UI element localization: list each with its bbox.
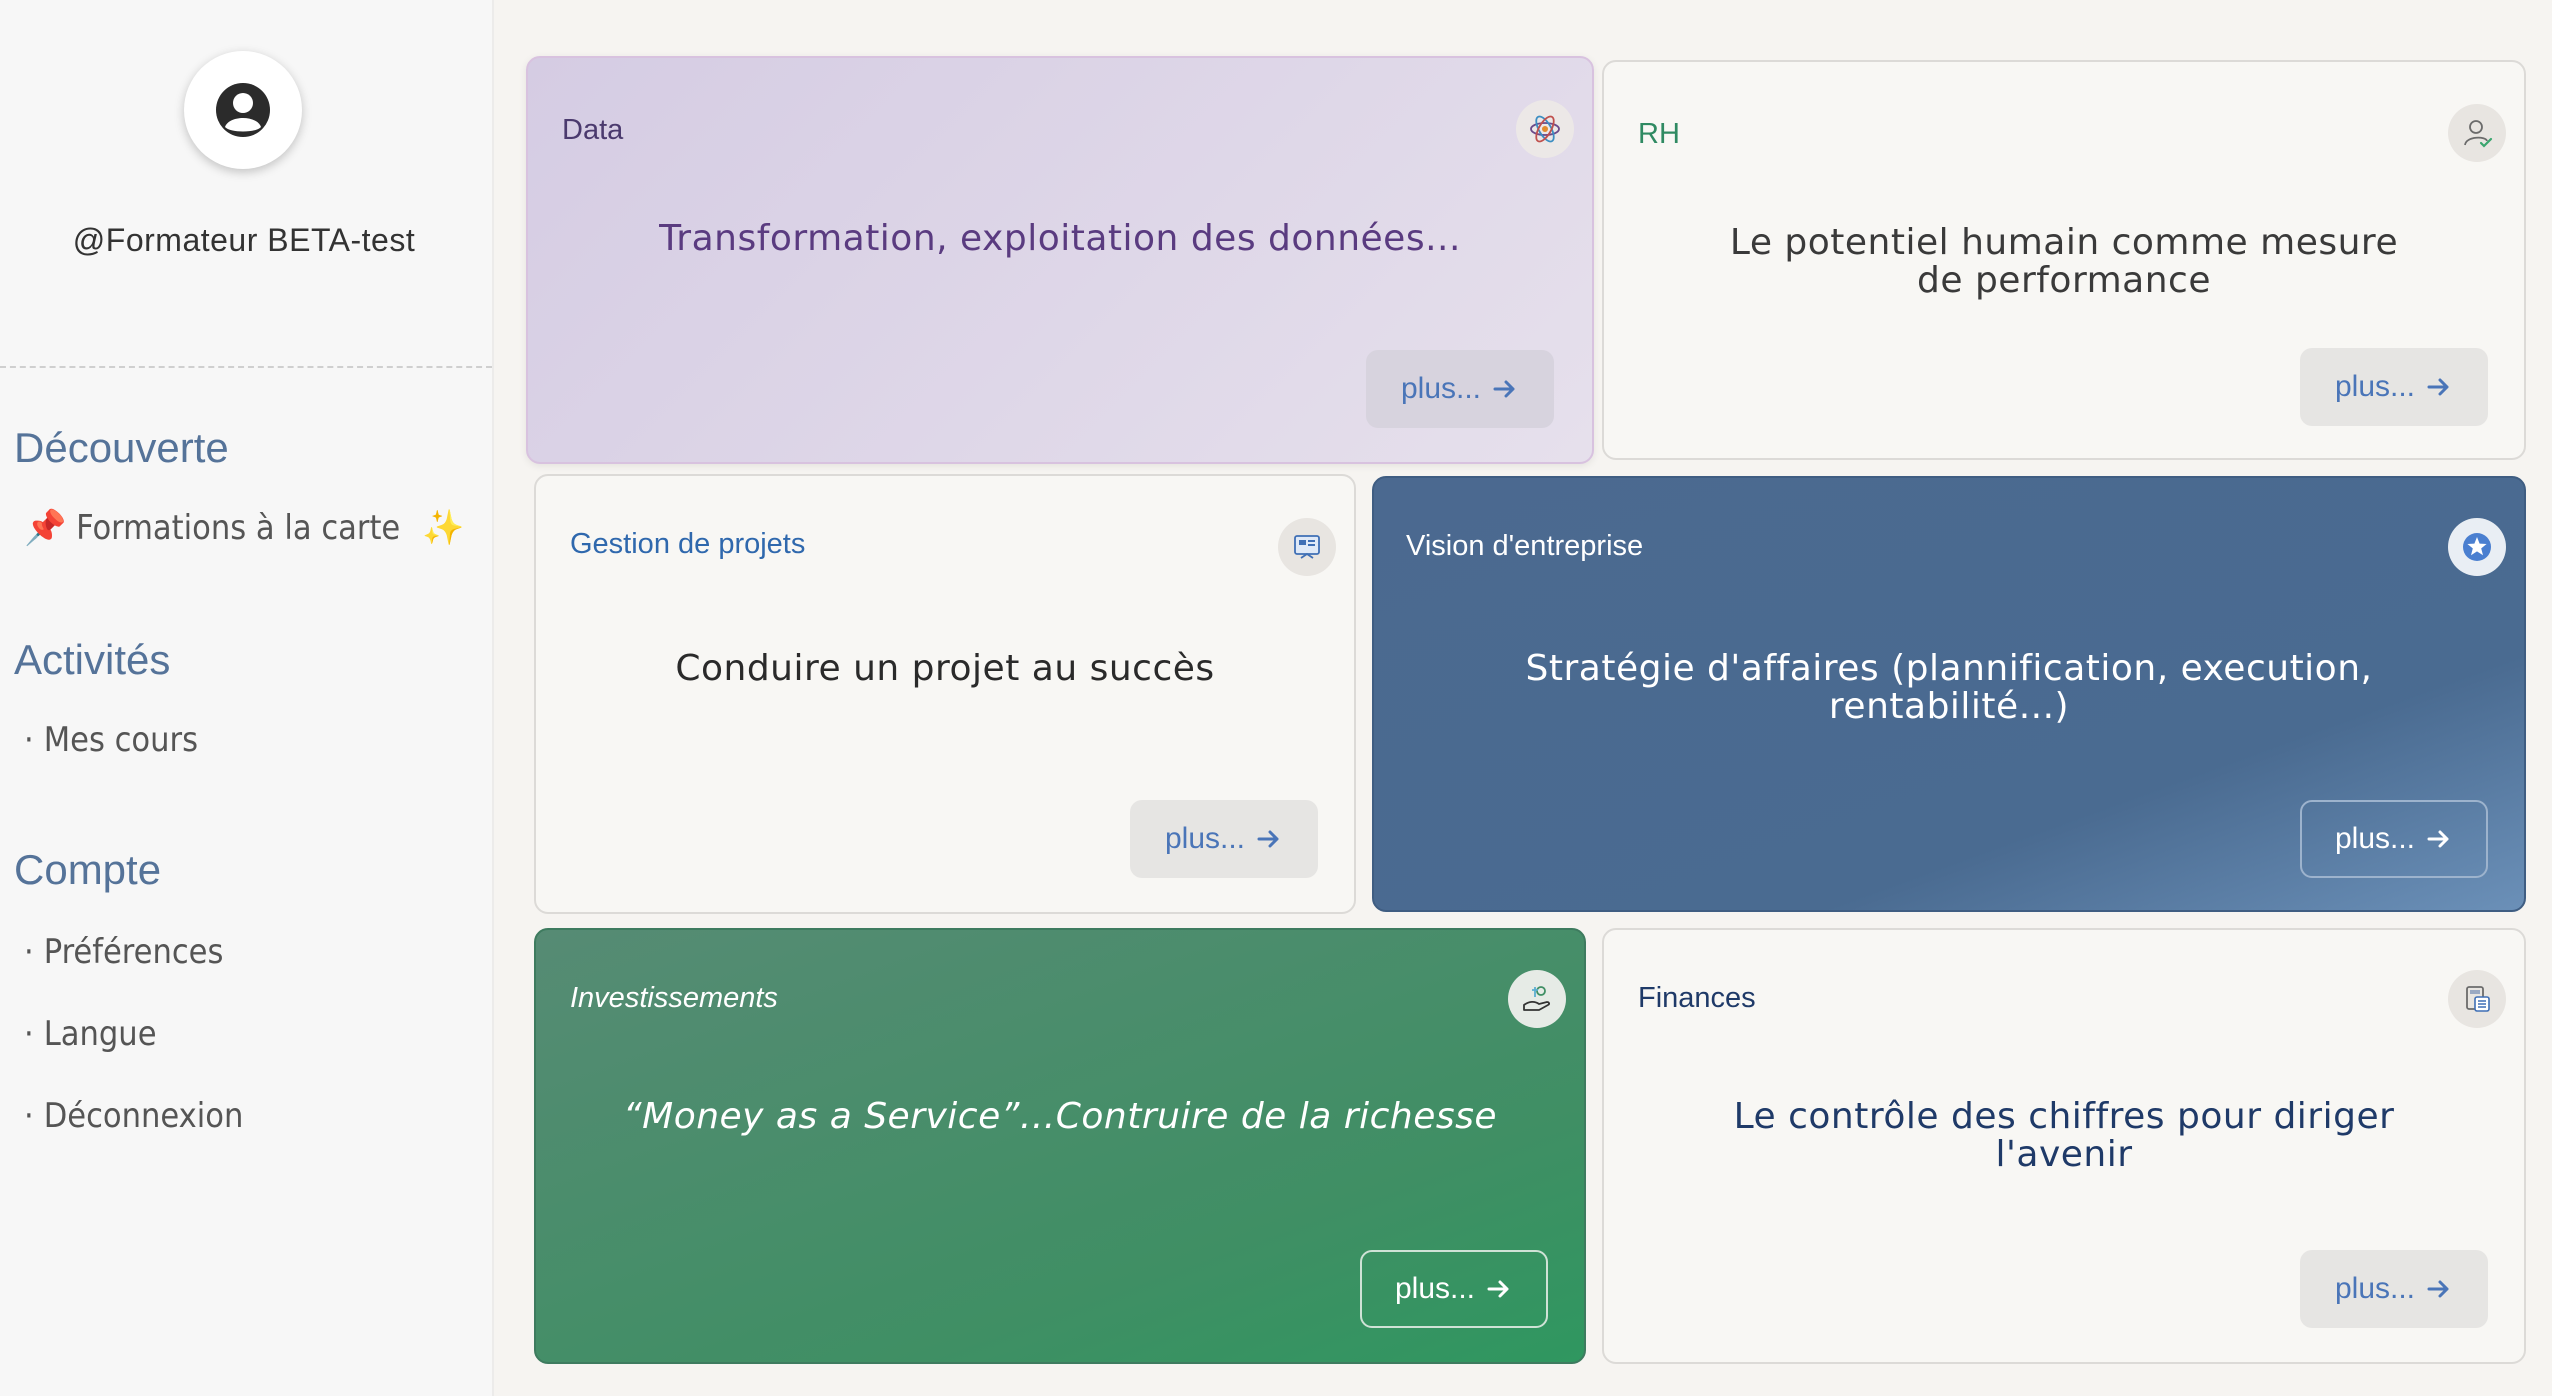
card-description: Le potentiel humain comme mesure de perf… (1729, 222, 2399, 301)
pin-icon: 📌 (24, 508, 67, 548)
card-vision-entreprise[interactable]: Vision d'entreprise Stratégie d'affaires… (1372, 476, 2526, 912)
avatar[interactable] (184, 51, 302, 169)
section-title-decouverte: Découverte (14, 424, 229, 471)
button-label: plus... (2334, 1272, 2416, 1305)
sparkles-icon: ✨ (421, 508, 465, 548)
sidebar-item-label: Langue (43, 1014, 157, 1054)
sidebar-item-label: Mes cours (43, 720, 199, 760)
star-badge-icon (2448, 518, 2506, 576)
section-title-compte: Compte (14, 846, 162, 893)
atom-icon (1516, 100, 1574, 158)
sidebar: @Formateur BETA-test Découverte 📌 Format… (0, 0, 494, 1396)
section-title-activites: Activités (14, 636, 171, 683)
card-description: Stratégie d'affaires (plannification, ex… (1525, 648, 2373, 727)
sidebar-item-langue[interactable]: · Langue (24, 1014, 157, 1054)
arrow-right-icon (1487, 1280, 1509, 1298)
username: @Formateur BETA-test (72, 222, 416, 258)
card-description: Transformation, exploitation des données… (659, 218, 1461, 259)
card-description: Conduire un projet au succès (675, 648, 1215, 689)
more-button[interactable]: plus... (1360, 1250, 1548, 1328)
calculator-icon (2448, 970, 2506, 1028)
card-label: Investissements (570, 982, 778, 1014)
button-label: plus... (1164, 822, 1246, 855)
card-gestion-projets[interactable]: Gestion de projets Conduire un projet au… (534, 474, 1356, 914)
card-finances[interactable]: Finances Le contrôle des chiffres pour d… (1602, 928, 2526, 1364)
arrow-right-icon (1257, 830, 1279, 848)
sidebar-item-deconnexion[interactable]: · Déconnexion (24, 1096, 243, 1136)
sidebar-item-label: Déconnexion (43, 1096, 244, 1136)
card-data[interactable]: Data Transformation, exploitation des do… (526, 56, 1594, 464)
sidebar-item-label: Préférences (43, 932, 224, 972)
bullet: · (24, 720, 34, 760)
card-investissements[interactable]: Investissements “Money as a Service”...C… (534, 928, 1586, 1364)
bullet: · (24, 1014, 34, 1054)
hand-money-icon (1508, 970, 1566, 1028)
arrow-right-icon (2427, 830, 2449, 848)
card-description: Le contrôle des chiffres pour diriger l'… (1733, 1096, 2395, 1175)
sidebar-item-preferences[interactable]: · Préférences (24, 932, 223, 972)
card-label: Vision d'entreprise (1406, 530, 1644, 562)
button-label: plus... (2334, 370, 2416, 403)
bullet: · (24, 932, 34, 972)
arrow-right-icon (2427, 378, 2449, 396)
card-label: Gestion de projets (570, 528, 806, 560)
arrow-right-icon (2427, 1280, 2449, 1298)
card-label: RH (1638, 118, 1680, 150)
card-label: Data (562, 114, 624, 146)
more-button[interactable]: plus... (2300, 800, 2488, 878)
button-label: plus... (1400, 372, 1482, 405)
more-button[interactable]: plus... (2300, 348, 2488, 426)
more-button[interactable]: plus... (1130, 800, 1318, 878)
project-board-icon (1278, 518, 1336, 576)
card-rh[interactable]: RH Le potentiel humain comme mesure de p… (1602, 60, 2526, 460)
card-label: Finances (1638, 982, 1756, 1014)
sidebar-item-label: Formations à la carte (76, 508, 401, 548)
button-label: plus... (1394, 1272, 1476, 1305)
card-description: “Money as a Service”...Contruire de la r… (622, 1096, 1498, 1137)
user-check-icon (2448, 104, 2506, 162)
more-button[interactable]: plus... (1366, 350, 1554, 428)
arrow-right-icon (1493, 380, 1515, 398)
user-icon (216, 83, 270, 137)
more-button[interactable]: plus... (2300, 1250, 2488, 1328)
sidebar-item-mes-cours[interactable]: · Mes cours (24, 720, 198, 760)
sidebar-item-formations[interactable]: 📌 Formations à la carte ✨ (24, 508, 464, 548)
sidebar-divider (0, 366, 492, 368)
bullet: · (24, 1096, 34, 1136)
button-label: plus... (2334, 822, 2416, 855)
